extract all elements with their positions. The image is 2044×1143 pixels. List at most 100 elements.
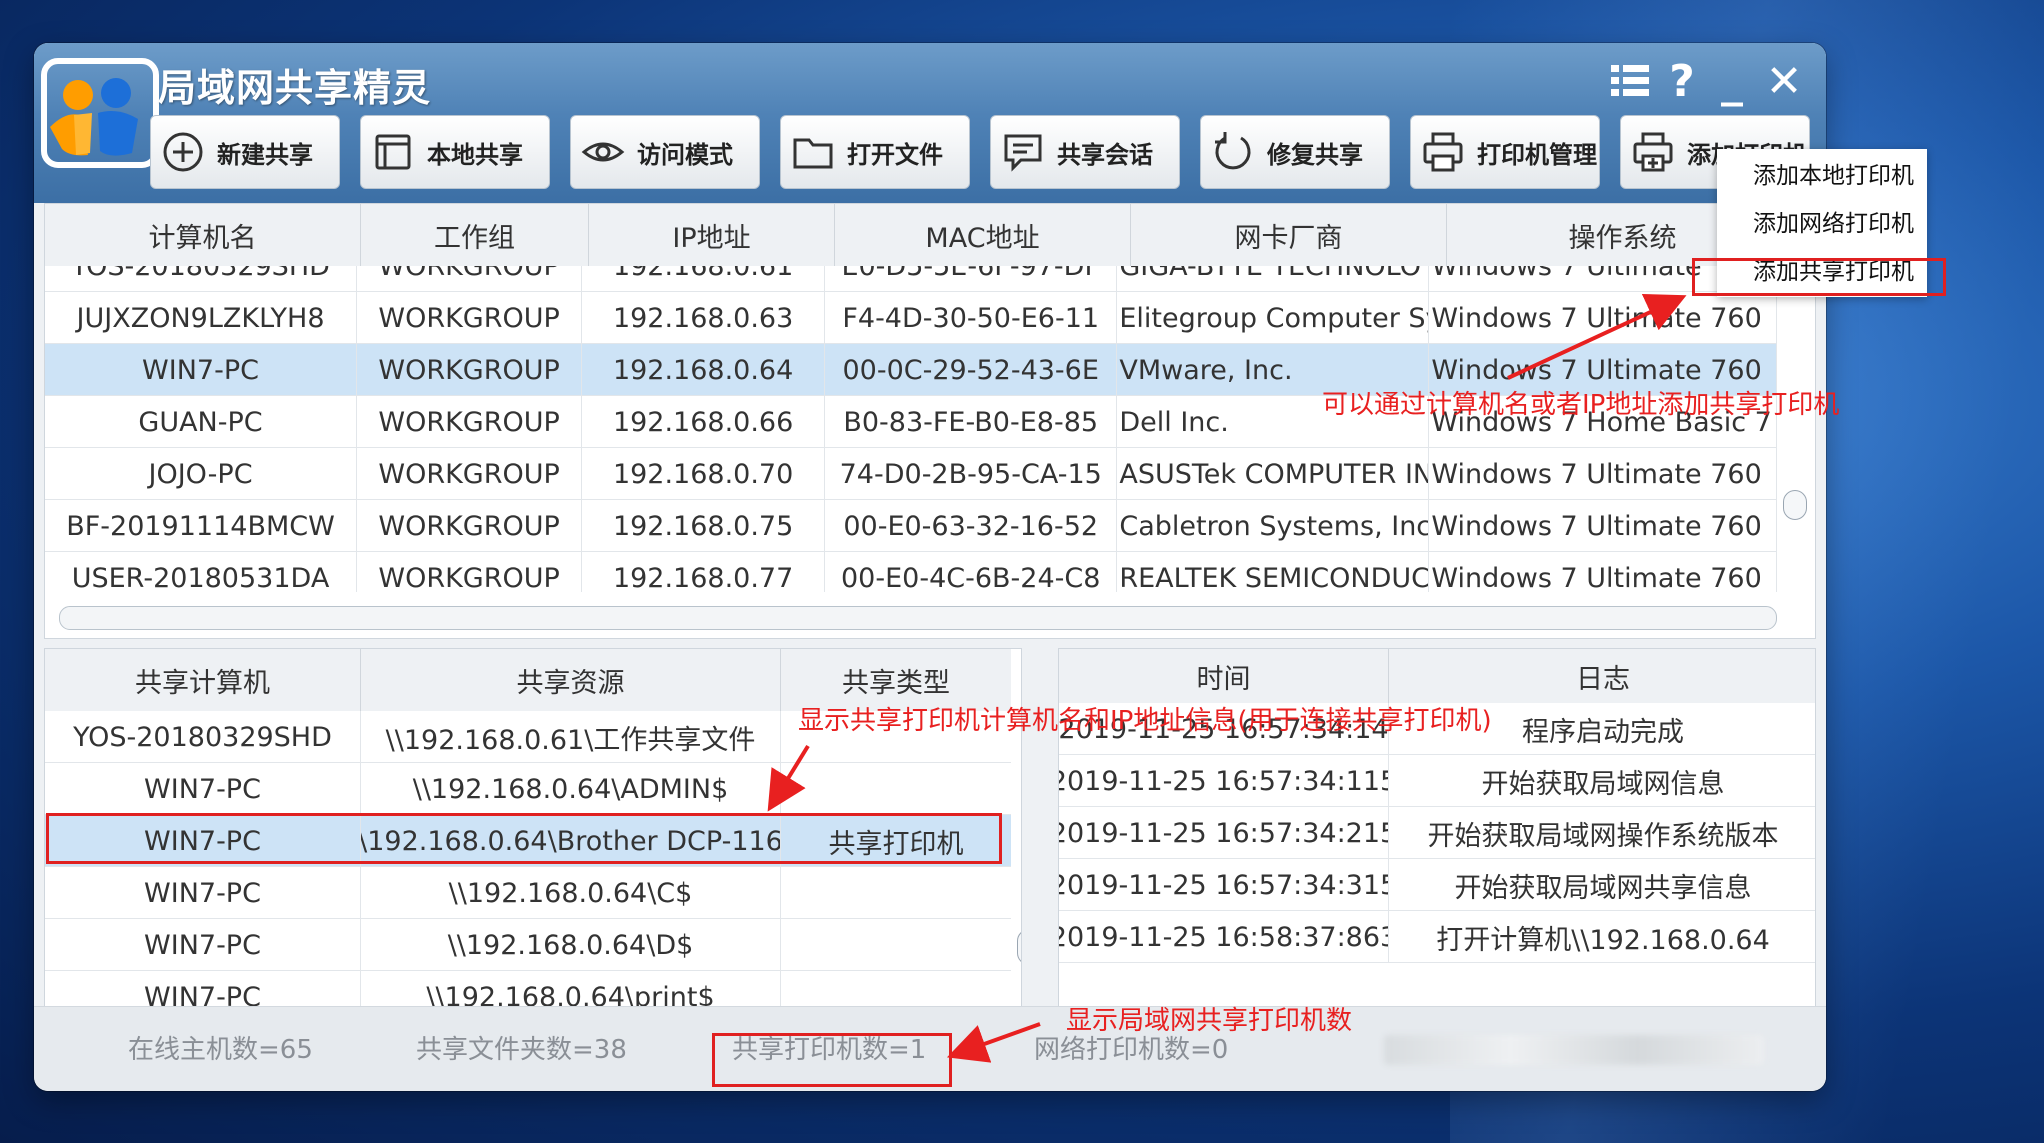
computer-cell: YOS-20180329SHD: [45, 266, 358, 292]
computer-cell: Windows 7 Ultimate 760: [1429, 292, 1777, 344]
computer-row[interactable]: JOJO-PC WORKGROUP 192.168.0.70 74-D0-2B-95-…: [45, 448, 1777, 500]
col-log[interactable]: 日志: [1389, 649, 1815, 703]
share-cell: [781, 867, 1011, 919]
menu-add-network-printer[interactable]: 添加网络打印机: [1717, 197, 1927, 245]
col-computer-name[interactable]: 计算机名: [45, 204, 361, 266]
log-cell: 开始获取局域网操作系统版本: [1427, 820, 1779, 852]
app-window: 局域网共享精灵 ? _ ✕ 新建共享 本地共享 访问模式 打开文件 共享会话 修…: [34, 43, 1826, 1091]
share-cell: [781, 763, 1011, 815]
computer-cell: Windows 7 Ultimate 760: [1429, 552, 1777, 592]
computer-cell: GIGA-BYTE TECHNOLO: [1117, 266, 1430, 292]
computer-cell: WORKGROUP: [357, 448, 583, 500]
computer-cell: B0-83-FE-B0-E8-85: [825, 396, 1118, 448]
printer-manage-button[interactable]: 打印机管理: [1410, 115, 1600, 189]
log-cell: 2019-11-25 16:57:34:315: [1059, 859, 1389, 911]
annotation-printer-count: 显示局域网共享打印机数: [1066, 1006, 1353, 1036]
computer-cell: 192.168.0.66: [582, 396, 826, 448]
computer-cell: 74-D0-2B-95-CA-15: [825, 448, 1118, 500]
computer-row[interactable]: USER-20180531DA WORKGROUP 192.168.0.77 00-E…: [45, 552, 1777, 592]
share-cell: YOS-20180329SHD: [45, 711, 361, 763]
log-cell: 开始获取局域网信息: [1481, 768, 1725, 800]
col-share-computer[interactable]: 共享计算机: [45, 649, 361, 711]
log-header: 时间 日志: [1059, 649, 1815, 703]
share-cell: \\192.168.0.64\D$: [361, 919, 781, 971]
col-time[interactable]: 时间: [1059, 649, 1389, 703]
share-session-button[interactable]: 共享会话: [990, 115, 1180, 189]
shared-folders-count: 共享文件夹数=38: [416, 1035, 627, 1065]
log-row[interactable]: 2019-11-25 16:58:37:863 打开计算机\\192.168.0.…: [1059, 911, 1815, 963]
computer-cell: 00-0C-29-52-43-6E: [825, 344, 1118, 396]
share-row[interactable]: WIN7-PC \\192.168.0.64\ADMIN$: [45, 763, 1011, 815]
share-list-vscroll-thumb[interactable]: [1017, 929, 1021, 965]
share-cell: \\192.168.0.61\工作共享文件: [361, 711, 781, 763]
computer-row[interactable]: YOS-20180329SHD WORKGROUP 192.168.0.61 E0-D…: [45, 266, 1777, 292]
close-button[interactable]: ✕: [1756, 51, 1812, 111]
col-vendor[interactable]: 网卡厂商: [1131, 204, 1447, 266]
window-icon: [375, 134, 411, 170]
computer-cell: 00-E0-63-32-16-52: [825, 500, 1118, 552]
computer-cell: BF-20191114BMCW: [45, 500, 358, 552]
computer-cell: ASUSTek COMPUTER IN: [1117, 448, 1430, 500]
computer-cell: WORKGROUP: [357, 552, 583, 592]
log-row[interactable]: 2019-11-25 16:57:34:215 开始获取局域网操作系统版本: [1059, 807, 1815, 859]
computer-cell: 192.168.0.77: [582, 552, 826, 592]
col-share-resource[interactable]: 共享资源: [361, 649, 781, 711]
computer-list-header: 计算机名 工作组 IP地址 MAC地址 网卡厂商 操作系统: [45, 204, 1799, 266]
repair-share-label: 修复共享: [1267, 140, 1363, 169]
computer-cell: WORKGROUP: [357, 396, 583, 448]
printer-manage-label: 打印机管理: [1477, 140, 1597, 169]
col-workgroup[interactable]: 工作组: [361, 204, 589, 266]
highlight-printer-count: [712, 1033, 952, 1087]
access-mode-button[interactable]: 访问模式: [570, 115, 760, 189]
share-row[interactable]: WIN7-PC \\192.168.0.64\C$: [45, 867, 1011, 919]
computer-list-body: YOS-20180329SHD WORKGROUP 192.168.0.61 E0-D…: [45, 266, 1777, 592]
computer-list-panel: 计算机名 工作组 IP地址 MAC地址 网卡厂商 操作系统 YOS-201803…: [44, 203, 1816, 639]
menu-add-local-printer[interactable]: 添加本地打印机: [1717, 149, 1927, 197]
computer-cell: JUJXZON9LZKLYH8: [45, 292, 358, 344]
col-ip[interactable]: IP地址: [589, 204, 835, 266]
computer-cell: 192.168.0.64: [582, 344, 826, 396]
log-row[interactable]: 2019-11-25 16:57:34:115 开始获取局域网信息: [1059, 755, 1815, 807]
repair-share-button[interactable]: 修复共享: [1200, 115, 1390, 189]
open-file-button[interactable]: 打开文件: [780, 115, 970, 189]
computer-cell: F4-4D-30-50-E6-11: [825, 292, 1118, 344]
annotation-add-printer: 可以通过计算机名或者IP地址添加共享打印机: [1322, 390, 1840, 420]
menu-icon[interactable]: [1602, 51, 1658, 111]
computer-cell: GUAN-PC: [45, 396, 358, 448]
computer-cell: 192.168.0.63: [582, 292, 826, 344]
log-row[interactable]: 2019-11-25 16:57:34:315 开始获取局域网共享信息: [1059, 859, 1815, 911]
share-cell: [781, 919, 1011, 971]
computer-cell: 192.168.0.61: [582, 266, 826, 292]
new-share-label: 新建共享: [217, 140, 313, 169]
computer-cell: WORKGROUP: [357, 266, 583, 292]
computer-cell: Elitegroup Computer Sy: [1117, 292, 1430, 344]
computer-list-vscroll-thumb[interactable]: [1783, 490, 1807, 520]
share-list-body: YOS-20180329SHD \\192.168.0.61\工作共享文件 WIN7…: [45, 711, 1011, 1017]
highlight-add-shared-printer: [1692, 258, 1946, 296]
computer-cell: WORKGROUP: [357, 292, 583, 344]
folder-icon: [793, 138, 833, 169]
share-row[interactable]: WIN7-PC \\192.168.0.64\D$: [45, 919, 1011, 971]
online-hosts-count: 在线主机数=65: [128, 1035, 313, 1065]
share-cell: WIN7-PC: [45, 763, 361, 815]
local-share-button[interactable]: 本地共享: [360, 115, 550, 189]
help-button[interactable]: ?: [1654, 51, 1710, 111]
computer-cell: Windows 7 Ultimate 760: [1429, 500, 1777, 552]
log-cell: 2019-11-25 16:58:37:863: [1059, 911, 1389, 963]
computer-cell: REALTEK SEMICONDUC: [1117, 552, 1430, 592]
log-cell: 2019-11-25 16:57:34:115: [1059, 755, 1389, 807]
new-share-button[interactable]: 新建共享: [150, 115, 340, 189]
computer-cell: WORKGROUP: [357, 344, 583, 396]
computer-row[interactable]: JUJXZON9LZKLYH8 WORKGROUP 192.168.0.63 F4-4…: [45, 292, 1777, 344]
computer-row[interactable]: BF-20191114BMCW WORKGROUP 192.168.0.75 00-E…: [45, 500, 1777, 552]
minimize-button[interactable]: _: [1704, 51, 1760, 111]
computer-list-hscroll[interactable]: [59, 606, 1777, 630]
share-cell: \\192.168.0.64\ADMIN$: [361, 763, 781, 815]
share-cell: WIN7-PC: [45, 867, 361, 919]
plus-circle-icon: [163, 132, 203, 172]
share-cell: WIN7-PC: [45, 919, 361, 971]
col-mac[interactable]: MAC地址: [835, 204, 1131, 266]
computer-cell: Windows 7 Ultimate 760: [1429, 448, 1777, 500]
computer-cell: 192.168.0.70: [582, 448, 826, 500]
annotation-share-info: 显示共享打印机计算机名和IP地址信息(用于连接共享打印机): [798, 706, 1492, 736]
